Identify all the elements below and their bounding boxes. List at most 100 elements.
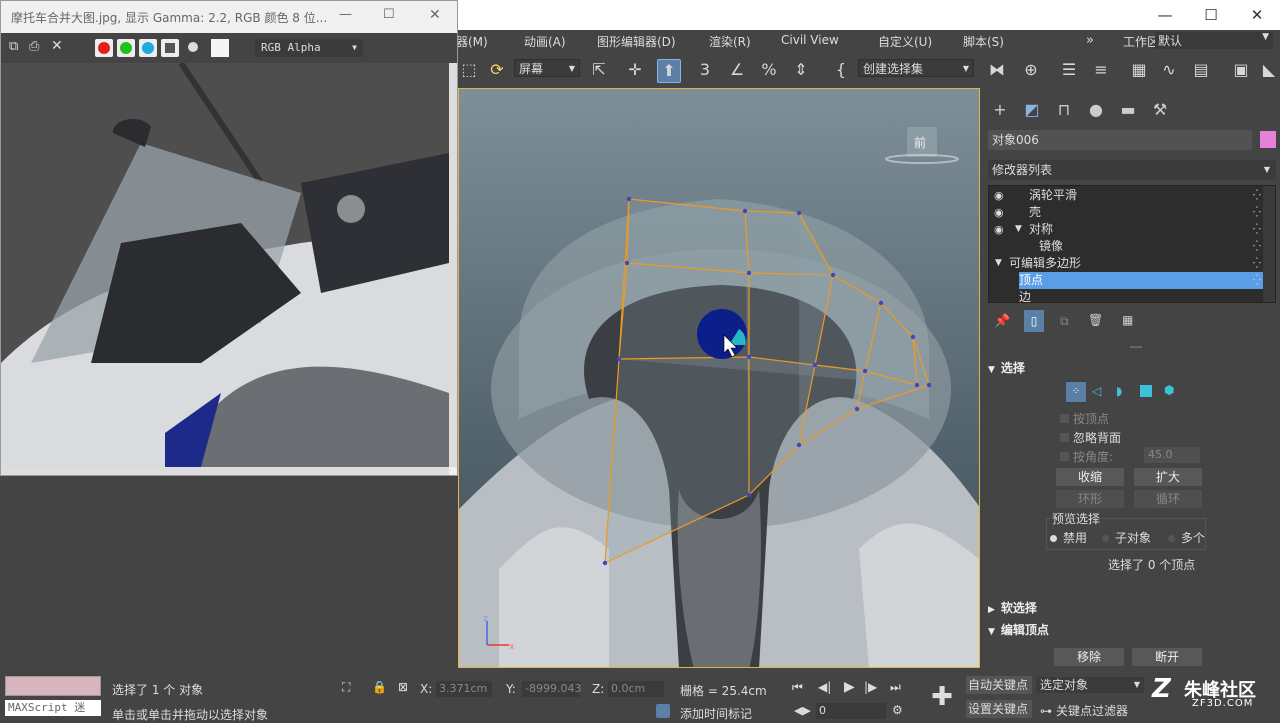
stack-scrollbar[interactable] [1263,186,1275,302]
shrink-button[interactable]: 收缩 [1056,468,1124,486]
edit-vertices-rollout-header[interactable]: ▼ 编辑顶点 [988,620,1276,640]
menu-item[interactable]: 脚本(S) [963,33,1004,50]
maxscript-listener-pink[interactable] [5,676,101,696]
time-tag-icon[interactable] [656,704,670,718]
go-to-end-icon[interactable]: ⏭ [890,680,901,695]
configure-modifier-icon[interactable]: ▦ [1122,313,1133,327]
maximize-button[interactable]: ☐ [1188,0,1234,30]
preview-disabled-radio[interactable]: 禁用 [1050,529,1087,546]
move-icon[interactable]: ✛ [624,59,646,81]
by-angle-checkbox[interactable]: 按角度: [1060,448,1113,465]
z-coordinate-field[interactable]: 0.0cm [608,681,664,697]
key-filters-button[interactable]: ⊶ 关键点过滤器 [1040,702,1128,719]
alpha-channel-toggle[interactable] [161,39,179,57]
eye-icon[interactable]: ◉ [994,221,1004,238]
absolute-mode-icon[interactable]: ⊠ [398,680,408,694]
border-mode-icon[interactable]: ◗ [1116,384,1122,398]
maximize-button[interactable]: ☐ [383,7,395,22]
vertical-scrollbar[interactable] [449,63,457,467]
ribbon-icon[interactable]: ≡ [1090,59,1112,81]
spinner-snap-icon[interactable]: ⇕ [790,59,812,81]
loop-button[interactable]: 循环 [1134,490,1202,508]
background-swatch[interactable] [211,39,229,57]
expand-icon[interactable]: ▼ [1015,221,1022,238]
stack-item-turbosmooth[interactable]: ◉ 涡轮平滑 ⁛ [989,187,1263,204]
menu-item[interactable]: 动画(A) [524,33,566,50]
remove-modifier-icon[interactable]: 🗑 [1088,313,1103,327]
ring-button[interactable]: 环形 [1056,490,1124,508]
expand-icon[interactable]: ▼ [995,255,1002,272]
stack-item-shell[interactable]: ◉ 壳 ⁛ [989,204,1263,221]
angle-snap-icon[interactable]: ∠ [726,59,748,81]
coord-system-select[interactable]: 屏幕 ▼ [514,59,580,77]
auto-key-button[interactable]: 自动关键点 [966,676,1032,694]
minimize-button[interactable]: — [1142,0,1188,30]
time-config-icon[interactable]: ⚙ [892,703,903,717]
menu-item[interactable]: 图形编辑器(D) [597,33,676,50]
angle-spinner[interactable]: 45.0 [1144,447,1200,463]
stack-item-vertex[interactable]: 顶点 ⁛ [1019,272,1263,289]
blue-channel-toggle[interactable] [139,39,157,57]
y-coordinate-field[interactable]: -8999.043 [522,681,581,697]
stack-item-mirror[interactable]: 镜像 ⁛ [989,238,1263,255]
motion-tab-icon[interactable]: ● [1084,98,1108,122]
close-button[interactable]: ✕ [1234,0,1280,30]
edge-mode-icon[interactable]: ◁ [1092,384,1101,398]
lock-icon[interactable]: 🔒 [372,680,387,694]
x-coordinate-field[interactable]: 3.371cm [436,681,492,697]
set-key-icon[interactable]: ✚ [926,680,958,714]
preview-subobject-radio[interactable]: 子对象 [1102,529,1151,546]
named-selection-select[interactable]: 创建选择集 ▼ [858,59,974,77]
named-selection-icon[interactable]: { [830,59,852,81]
horizontal-scrollbar[interactable] [1,467,449,475]
next-frame-icon[interactable]: |▶︎ [864,680,877,694]
stack-item-symmetry[interactable]: ◉ ▼ 对称 ⁛ [989,221,1263,238]
menu-item[interactable]: Civil View [781,33,839,47]
utilities-tab-icon[interactable]: ⚒ [1148,98,1172,122]
grow-button[interactable]: 扩大 [1134,468,1202,486]
isolate-selection-icon[interactable]: ⛶ [342,680,350,695]
mono-toggle-icon[interactable] [188,42,198,52]
modify-tab-icon[interactable]: ◩ [1020,98,1044,122]
remove-button[interactable]: 移除 [1054,648,1124,666]
stack-item-edge[interactable]: 边 [989,289,1263,306]
snap-3d-icon[interactable]: 3 [694,59,716,81]
minimize-button[interactable]: — [339,7,352,22]
key-mode-icon[interactable]: ◀▶ [794,704,811,717]
add-time-tag-text[interactable]: 添加时间标记 [680,705,752,722]
render-frame-icon[interactable]: ◣ [1258,59,1280,81]
menu-item[interactable]: 器(M) [456,33,488,50]
chevron-right-icon[interactable]: » [1086,33,1094,48]
select-region-icon[interactable]: ⬚ [458,59,480,81]
key-target-select[interactable]: 选定对象 ▼ [1036,677,1144,693]
perspective-viewport[interactable]: 前 z x [458,88,980,668]
material-editor-icon[interactable]: ▤ [1190,59,1212,81]
align-icon[interactable]: ⊕ [1020,59,1042,81]
close-button[interactable]: ✕ [429,7,441,23]
stack-item-editable-poly[interactable]: ▼ 可编辑多边形 ⁛ [989,255,1263,272]
eye-icon[interactable]: ◉ [994,187,1004,204]
eye-icon[interactable]: ◉ [994,204,1004,221]
clear-icon[interactable]: ✕ [51,38,63,54]
copy-icon[interactable]: ⧉ [9,39,18,54]
preview-multi-radio[interactable]: 多个 [1168,529,1205,546]
vertex-mode-icon[interactable]: ⁘ [1066,382,1086,402]
rotate-view-icon[interactable]: ⟳ [486,59,508,81]
make-unique-icon[interactable]: ⧉ [1060,314,1069,329]
maxscript-field[interactable]: MAXScript 迷 [5,700,101,716]
go-to-start-icon[interactable]: ⏮ [792,680,803,695]
element-mode-icon[interactable]: ⬢ [1164,383,1174,397]
by-vertex-checkbox[interactable]: 按顶点 [1060,410,1109,427]
select-object-icon[interactable]: ⬆ [657,59,681,83]
selection-rollout-header[interactable]: ▼ 选择 [988,358,1276,378]
soft-selection-rollout-header[interactable]: ▶ 软选择 [988,598,1276,618]
curve-editor-icon[interactable]: ∿ [1158,59,1180,81]
break-button[interactable]: 断开 [1132,648,1202,666]
current-frame-field[interactable]: 0 [816,703,886,719]
pin-stack-icon[interactable]: 📌 [994,314,1010,329]
object-color-swatch[interactable] [1260,131,1276,148]
show-end-result-icon[interactable]: ▯ [1024,310,1044,332]
green-channel-toggle[interactable] [117,39,135,57]
percent-snap-icon[interactable]: % [758,59,780,81]
play-icon[interactable]: ▶ [844,679,855,695]
